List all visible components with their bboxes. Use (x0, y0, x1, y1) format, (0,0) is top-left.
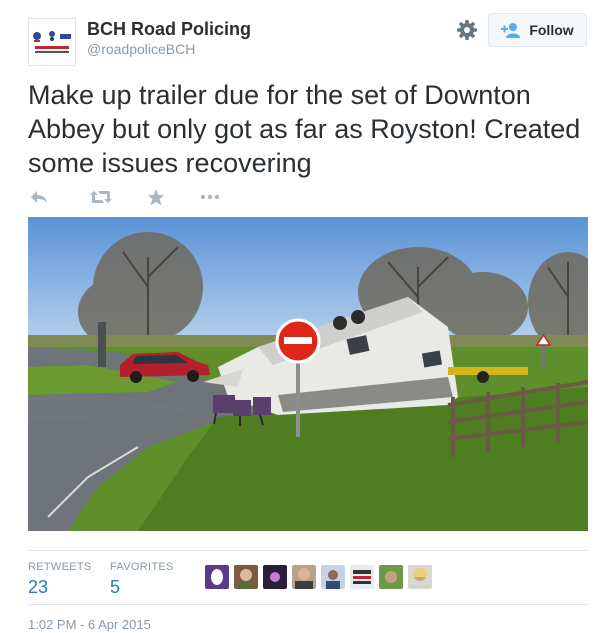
police-logo (29, 19, 75, 65)
favorites-count: 5 (110, 577, 121, 597)
tweet-text: Make up trailer due for the set of Downt… (28, 80, 581, 178)
favorited-user-avatar[interactable] (292, 565, 316, 589)
retweet-icon[interactable] (90, 187, 112, 207)
divider-bottom (28, 604, 588, 605)
follow-button[interactable]: Follow (488, 13, 587, 47)
favorited-user-avatar[interactable] (321, 565, 345, 589)
favorited-user-avatar[interactable] (379, 565, 403, 589)
retweets-stat[interactable]: RETWEETS 23 (28, 561, 92, 598)
favorited-by-list (205, 565, 437, 589)
more-icon[interactable] (199, 187, 221, 207)
display-name[interactable]: BCH Road Policing (87, 19, 251, 40)
tweet-timestamp[interactable]: 1:02 PM - 6 Apr 2015 (28, 617, 151, 632)
favorited-user-avatar[interactable] (350, 565, 374, 589)
tweet-actions (28, 186, 251, 208)
gear-icon[interactable] (455, 18, 479, 42)
favorited-user-avatar[interactable] (263, 565, 287, 589)
user-handle[interactable]: @roadpoliceBCH (87, 41, 195, 57)
avatar[interactable] (28, 18, 76, 66)
favorited-user-avatar[interactable] (205, 565, 229, 589)
favorite-icon[interactable] (145, 187, 167, 207)
retweets-count: 23 (28, 577, 49, 597)
favorited-user-avatar[interactable] (408, 565, 432, 589)
add-user-icon (501, 23, 521, 38)
favorites-stat[interactable]: FAVORITES 5 (110, 561, 174, 598)
photo-of-overturned-trailer (28, 217, 588, 531)
favorited-user-avatar[interactable] (234, 565, 258, 589)
tweet-photo[interactable] (28, 217, 588, 531)
follow-label: Follow (529, 22, 574, 38)
retweets-label: RETWEETS (28, 561, 92, 573)
reply-icon[interactable] (28, 187, 50, 207)
favorites-label: FAVORITES (110, 561, 174, 573)
divider-top (28, 550, 588, 551)
